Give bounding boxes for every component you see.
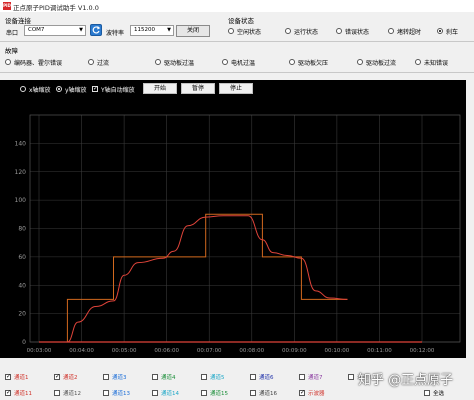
y-tick-label: 120	[15, 169, 27, 176]
close-port-button[interactable]: 关闭	[176, 25, 210, 37]
app-icon: PID	[3, 2, 11, 10]
baud-select[interactable]: 115200 ▼	[130, 25, 174, 36]
divider	[0, 72, 474, 73]
legend-label: 通道5	[210, 375, 225, 381]
select-all-label: 全选	[433, 391, 445, 397]
pid-response-chart: 0 20 40 60 80 100 120 140 00:03:00 00:04:00 00:05:…	[15, 114, 461, 354]
legend-label: 通道16	[259, 391, 277, 397]
checkbox-checked-icon	[5, 389, 11, 396]
status-option-label: 错误状态	[345, 29, 370, 36]
divider	[0, 41, 474, 42]
checkbox-icon	[250, 374, 256, 380]
y-tick-label: 140	[15, 140, 27, 147]
fault-option-label: 电机过温	[231, 60, 256, 67]
y-tick-label: 0	[22, 339, 26, 346]
x-tick-label: 00:06:00	[154, 348, 179, 354]
fault-option-label: 驱动板过温	[164, 60, 195, 67]
legend-label: 通道1	[14, 375, 29, 381]
checkbox-icon	[152, 374, 158, 380]
radio-icon	[357, 59, 363, 65]
baud-value: 115200	[134, 27, 155, 33]
x-tick-label: 00:07:00	[197, 348, 222, 354]
port-value: COM7	[28, 27, 45, 33]
y-tick-label: 100	[15, 197, 27, 204]
radio-icon	[88, 59, 94, 65]
connection-group-title: 设备连接	[5, 17, 31, 25]
x-tick-label: 00:03:00	[27, 348, 52, 354]
radio-icon	[388, 28, 394, 34]
x-tick-label: 00:05:00	[112, 348, 137, 354]
port-label: 串口	[6, 30, 19, 37]
checkbox-icon	[54, 390, 60, 396]
x-tick-label: 00:09:00	[282, 348, 307, 354]
radio-icon	[155, 59, 161, 65]
fault-option-label: 驱动板过流	[366, 60, 397, 67]
checkbox-icon	[424, 390, 430, 396]
legend-label: 通道12	[63, 391, 81, 397]
chevron-down-icon: ▼	[167, 27, 171, 33]
radio-icon	[415, 59, 421, 65]
legend-label: 通道11	[14, 391, 32, 397]
x-tick-label: 00:10:00	[325, 348, 350, 354]
checkbox-icon	[348, 374, 354, 380]
radio-icon	[289, 59, 295, 65]
oscilloscope-panel: x轴缩放 y轴缩放 Y轴自动缩放 开始 暂停 停止 02040608010012…	[0, 80, 466, 358]
legend-label: 通道14	[161, 391, 179, 397]
legend-label: 通道6	[259, 375, 274, 381]
x-tick-label: 00:08:00	[239, 348, 264, 354]
radio-icon	[222, 59, 228, 65]
radio-icon	[336, 28, 342, 34]
x-tick-label: 00:12:00	[410, 348, 435, 354]
checkbox-icon	[152, 390, 158, 396]
legend-label: 示波器	[308, 391, 325, 397]
y-tick-label: 80	[18, 226, 26, 233]
port-select[interactable]: COM7 ▼	[24, 25, 86, 36]
checkbox-checked-icon	[299, 389, 305, 396]
radio-icon	[5, 59, 11, 65]
status-option-label: 堵转超时	[397, 29, 422, 36]
checkbox-checked-icon	[5, 373, 11, 380]
watermark-text: 知乎 @正点原子	[358, 373, 454, 388]
fault-option-label: 未知错误	[424, 60, 449, 67]
radio-icon	[228, 28, 234, 34]
status-option-label: 空闲状态	[237, 29, 262, 36]
y-tick-label: 40	[18, 282, 26, 289]
y-tick-label: 60	[18, 254, 26, 261]
baud-label: 波特率	[106, 30, 125, 37]
x-tick-label: 00:11:00	[367, 348, 392, 354]
checkbox-icon	[201, 374, 207, 380]
legend-label: 通道15	[210, 391, 228, 397]
legend-label: 通道2	[63, 375, 78, 381]
series-line-1	[39, 213, 348, 343]
fault-option-label: 编码器、霍尔错误	[14, 60, 63, 67]
checkbox-icon	[201, 390, 207, 396]
legend-label: 通道13	[112, 391, 130, 397]
legend-label: 通道4	[161, 375, 176, 381]
legend-label: 通道3	[112, 375, 127, 381]
y-tick-label: 20	[18, 311, 26, 318]
checkbox-icon	[299, 374, 305, 380]
fault-option-label: 过流	[97, 60, 110, 67]
status-group-title: 设备状态	[228, 17, 254, 25]
legend-label: 通道7	[308, 375, 323, 381]
window-title: 正点原子PID调试助手 V1.0.0	[13, 4, 99, 12]
checkbox-icon	[103, 390, 109, 396]
fault-group-title: 故障	[5, 47, 18, 55]
radio-icon	[285, 28, 291, 34]
radio-selected-icon	[437, 28, 443, 34]
status-option-label: 运行状态	[294, 29, 319, 36]
x-tick-label: 00:04:00	[69, 348, 94, 354]
checkbox-icon	[103, 374, 109, 380]
refresh-icon[interactable]	[90, 24, 102, 36]
checkbox-icon	[250, 390, 256, 396]
fault-option-label: 驱动板欠压	[298, 60, 329, 67]
status-option-label: 刹车	[446, 29, 459, 36]
checkbox-checked-icon	[54, 373, 60, 380]
chevron-down-icon: ▼	[79, 27, 83, 33]
